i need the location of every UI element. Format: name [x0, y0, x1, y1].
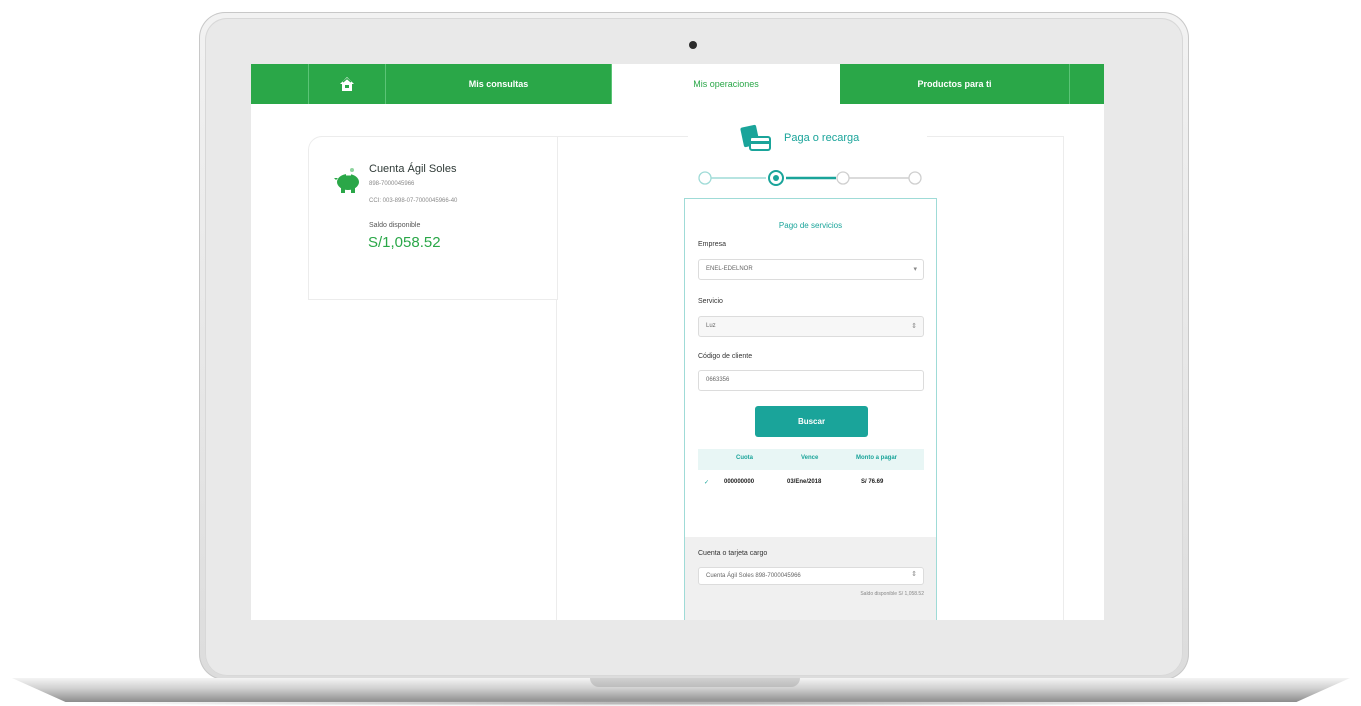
select-arrows-icon: ⇕: [911, 323, 917, 330]
account-cci: CCI: 003-898-07-7000045966-40: [369, 198, 458, 204]
piggy-bank-icon: [334, 168, 359, 193]
charge-section: Cuenta o tarjeta cargo Cuenta Ágil Soles…: [685, 537, 936, 620]
codigo-label: Código de cliente: [698, 353, 753, 360]
operation-title: Paga o recarga: [784, 132, 860, 144]
row-cuota: 000000000: [724, 479, 755, 485]
row-monto: S/ 76.69: [861, 479, 884, 485]
col-cuota: Cuota: [736, 455, 753, 461]
charge-account-select[interactable]: Cuenta Ágil Soles 898-7000045966 ⇕: [698, 567, 924, 585]
account-name: Cuenta Ágil Soles: [369, 163, 457, 175]
divider: [556, 300, 557, 620]
table-row[interactable]: ✓ 000000000 03/Ene/2018 S/ 76.69: [698, 473, 924, 493]
charge-account-value: Cuenta Ágil Soles 898-7000045966: [706, 573, 801, 579]
camera-icon: [689, 41, 697, 49]
servicio-label: Servicio: [698, 298, 723, 305]
results-table-header: Cuota Vence Monto a pagar: [698, 449, 924, 470]
payment-form: Pago de servicios Empresa ENEL-EDELNOR ▾…: [684, 198, 937, 620]
row-vence: 03/Ene/2018: [787, 479, 822, 485]
laptop-notch: [590, 678, 800, 687]
servicio-select[interactable]: Luz ⇕: [698, 316, 924, 337]
tab-productos-para-ti[interactable]: Productos para ti: [840, 64, 1070, 104]
divider: [1063, 136, 1064, 620]
home-button[interactable]: [309, 64, 386, 104]
servicio-value: Luz: [706, 323, 716, 329]
col-monto: Monto a pagar: [856, 455, 898, 461]
empresa-select[interactable]: ENEL-EDELNOR ▾: [698, 259, 924, 280]
chevron-down-icon: ▾: [913, 266, 917, 273]
progress-stepper: [698, 170, 922, 186]
codigo-input[interactable]: 0663356: [698, 370, 924, 391]
home-icon: [340, 77, 354, 91]
nav-spacer: [251, 64, 309, 104]
account-number: 898-7000045966: [369, 181, 415, 187]
empresa-label: Empresa: [698, 241, 727, 248]
divider: [558, 136, 688, 137]
codigo-value: 0663356: [706, 377, 730, 383]
balance-label: Saldo disponible: [369, 222, 421, 229]
account-card: [308, 136, 558, 300]
payment-cards-icon: [740, 124, 771, 151]
tab-mis-consultas[interactable]: Mis consultas: [386, 64, 612, 104]
empresa-value: ENEL-EDELNOR: [706, 266, 753, 272]
balance-amount: S/1,058.52: [368, 234, 441, 251]
col-vence: Vence: [801, 455, 819, 461]
select-arrows-icon: ⇕: [911, 571, 917, 578]
buscar-button[interactable]: Buscar: [755, 406, 868, 437]
app-screen: Mis consultas Mis operaciones Productos …: [251, 64, 1104, 620]
tab-mis-operaciones[interactable]: Mis operaciones: [612, 64, 840, 104]
nav-spacer-end: [1070, 64, 1104, 104]
form-title: Pago de servicios: [778, 221, 843, 230]
charge-balance: Saldo disponible S/ 1,058.52: [860, 591, 924, 597]
divider: [927, 136, 1064, 137]
charge-label: Cuenta o tarjeta cargo: [698, 550, 768, 557]
laptop-shadow: [50, 700, 1310, 706]
check-icon[interactable]: ✓: [704, 479, 709, 486]
top-nav: Mis consultas Mis operaciones Productos …: [251, 64, 1104, 104]
